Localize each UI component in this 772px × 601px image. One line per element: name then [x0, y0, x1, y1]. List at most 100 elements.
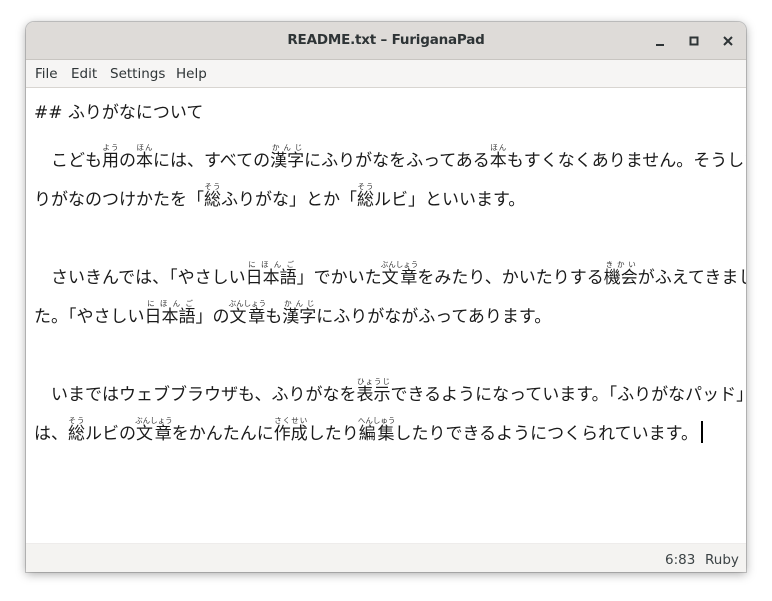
- close-button[interactable]: [718, 31, 738, 51]
- ruby-annotation: 日本語にほんご: [144, 299, 196, 327]
- furigana: そう: [68, 416, 85, 425]
- furigana: かんじ: [270, 143, 305, 152]
- furigana: ほん: [136, 143, 153, 152]
- ruby-base: 作成: [273, 424, 308, 444]
- text-run: にふりがなをふってある: [304, 151, 490, 171]
- text-run: 」でかいた: [296, 268, 382, 288]
- text-run: ふりがな」とか「: [221, 190, 357, 210]
- ruby-base: 表示: [356, 385, 391, 405]
- text-run: したりできるようにつくられています。: [394, 424, 698, 444]
- text-run: た。「やさしい: [34, 307, 145, 327]
- text-run: りがなのつけかたを「: [34, 190, 204, 210]
- text-line: た。「やさしい日本語にほんご」の文章ぶんしょうも漢字かんじにふりがながふってあり…: [34, 299, 551, 327]
- text-run: できるようになっています。「ふりがなパッド」: [390, 385, 747, 405]
- minimize-icon: [656, 44, 664, 46]
- ruby-base: 編集: [357, 424, 396, 444]
- ruby-base: 本: [489, 151, 507, 171]
- app-window: README.txt – FuriganaPad File Edit Setti…: [26, 22, 746, 572]
- text-run: もすくなくありません。そうしたふ: [506, 151, 746, 171]
- ruby-base: 文章: [380, 268, 419, 288]
- menu-file[interactable]: File: [35, 66, 58, 82]
- status-bar: 6:83 Ruby: [26, 543, 746, 572]
- text-line: りがなのつけかたを「総そうふりがな」とか「総そうルビ」といいます。: [34, 182, 525, 210]
- ruby-base: 総: [357, 190, 374, 210]
- ruby-base: 文章: [135, 424, 173, 444]
- text-run: も: [265, 307, 283, 327]
- furigana: よう: [102, 143, 119, 152]
- ruby-annotation: 本ほん: [136, 143, 153, 171]
- text-run: 」の: [195, 307, 230, 327]
- ruby-annotation: 日本語にほんご: [245, 260, 297, 288]
- furigana: ぶんしょう: [228, 299, 267, 308]
- text-cursor: [700, 421, 703, 443]
- ruby-annotation: 文章ぶんしょう: [228, 299, 267, 327]
- furigana: かんじ: [282, 299, 317, 308]
- input-mode[interactable]: Ruby: [705, 552, 739, 568]
- maximize-button[interactable]: [684, 31, 704, 51]
- ruby-annotation: 編集へんしゅう: [357, 416, 396, 444]
- ruby-base: 漢字: [270, 151, 305, 171]
- ruby-annotation: 総そう: [357, 182, 374, 210]
- text-run: ルビ」といいます。: [374, 190, 526, 210]
- furigana: きかい: [603, 260, 638, 269]
- text-line: は、総そうルビの文章ぶんしょうをかんたんに作成さくせいしたり編集へんしゅうしたり…: [34, 416, 703, 444]
- furigana: ひょうじ: [356, 377, 391, 386]
- text-run: いまではウェブブラウザも、ふりがなを: [34, 385, 357, 405]
- ruby-annotation: 漢字かんじ: [282, 299, 317, 327]
- maximize-icon: [689, 36, 699, 46]
- text-run: こども: [34, 151, 102, 171]
- ruby-annotation: 作成さくせい: [273, 416, 308, 444]
- menu-settings[interactable]: Settings: [110, 66, 165, 82]
- furigana: へんしゅう: [357, 416, 396, 425]
- ruby-annotation: 文章ぶんしょう: [380, 260, 419, 288]
- text-run: は、: [34, 424, 68, 444]
- furigana: ぶんしょう: [135, 416, 173, 425]
- text-run: がふえてきまし: [637, 268, 746, 288]
- text-run: にふりがながふってあります。: [316, 307, 552, 327]
- menu-help[interactable]: Help: [176, 66, 207, 82]
- furigana: そう: [357, 182, 374, 191]
- ruby-annotation: 用よう: [102, 143, 119, 171]
- close-icon: [723, 36, 733, 46]
- text-run: の: [119, 151, 136, 171]
- text-run: には、すべての: [153, 151, 271, 171]
- ruby-base: 本: [136, 151, 153, 171]
- text-editor[interactable]: ## ふりがなについて こども用ようの本ほんには、すべての漢字かんじにふりがなを…: [26, 88, 746, 543]
- text-run: したり: [307, 424, 359, 444]
- minimize-button[interactable]: [650, 31, 670, 51]
- text-run: をみたり、かいたりする: [417, 268, 604, 288]
- ruby-base: 文章: [228, 307, 267, 327]
- text-run: をかんたんに: [171, 424, 274, 444]
- ruby-annotation: 機会きかい: [603, 260, 638, 288]
- ruby-base: 機会: [603, 268, 638, 288]
- furigana: ほん: [489, 143, 507, 152]
- furigana: そう: [204, 182, 221, 191]
- menu-edit[interactable]: Edit: [71, 66, 97, 82]
- ruby-annotation: 本ほん: [489, 143, 507, 171]
- heading-line: ## ふりがなについて: [34, 103, 203, 123]
- text-run: ## ふりがなについて: [34, 103, 204, 123]
- ruby-annotation: 総そう: [68, 416, 85, 444]
- ruby-base: 総: [204, 190, 221, 210]
- ruby-base: 漢字: [282, 307, 317, 327]
- furigana: にほんご: [144, 299, 196, 308]
- ruby-base: 日本語: [245, 268, 297, 288]
- ruby-base: 総: [68, 424, 85, 444]
- text-line: こども用ようの本ほんには、すべての漢字かんじにふりがなをふってある本ほんもすくな…: [34, 143, 746, 171]
- ruby-base: 用: [102, 151, 119, 171]
- furigana: ぶんしょう: [380, 260, 419, 269]
- cursor-position: 6:83: [665, 552, 696, 568]
- ruby-annotation: 表示ひょうじ: [356, 377, 391, 405]
- ruby-annotation: 総そう: [204, 182, 221, 210]
- title-bar[interactable]: README.txt – FuriganaPad: [26, 22, 746, 60]
- furigana: にほんご: [245, 260, 297, 269]
- text-line: さいきんでは、「やさしい日本語にほんご」でかいた文章ぶんしょうをみたり、かいたり…: [34, 260, 746, 288]
- furigana: さくせい: [273, 416, 308, 425]
- ruby-base: 日本語: [144, 307, 196, 327]
- text-line: いまではウェブブラウザも、ふりがなを表示ひょうじできるようになっています。「ふり…: [34, 377, 746, 405]
- text-run: ルビの: [85, 424, 136, 444]
- window-title: README.txt – FuriganaPad: [287, 32, 485, 48]
- ruby-annotation: 漢字かんじ: [270, 143, 305, 171]
- text-run: さいきんでは、「やさしい: [34, 268, 246, 288]
- menu-bar: File Edit Settings Help: [26, 60, 746, 88]
